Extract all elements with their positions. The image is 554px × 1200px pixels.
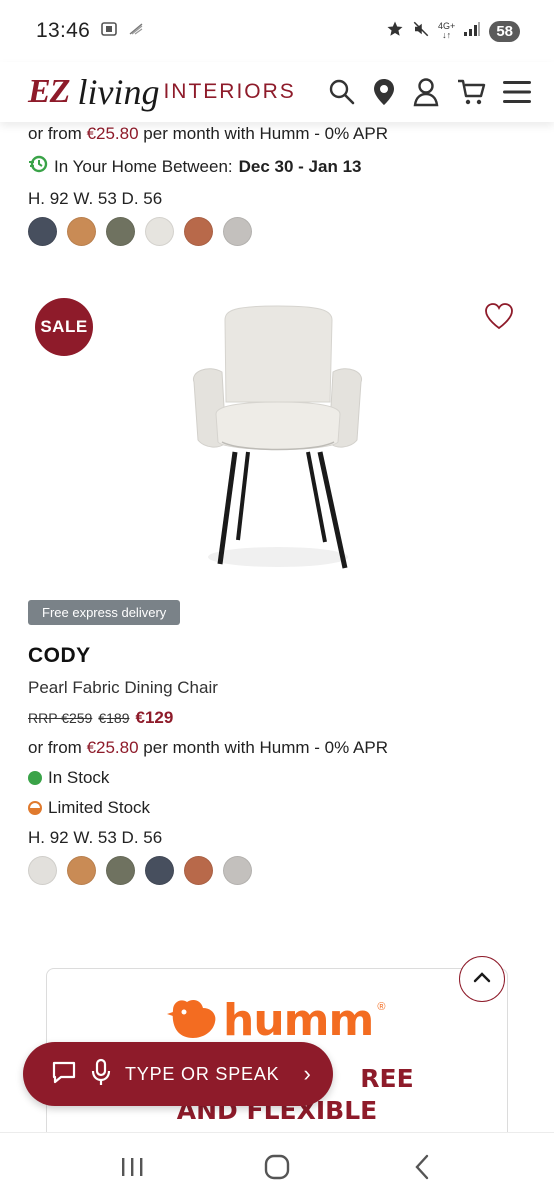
color-swatch[interactable] [28,856,57,885]
finance-offer: or from €25.80 per month with Humm - 0% … [28,738,388,757]
ez-living-logo[interactable]: EZ living INTERIORS [28,67,296,117]
mute-icon [412,20,430,42]
signal-icon [463,21,481,41]
battery-indicator: 58 [489,20,520,42]
sale-badge: SALE [35,298,93,356]
delivery-window: In Your Home Between: Dec 30 - Jan 13 [28,154,528,179]
system-nav-bar [0,1132,554,1200]
chat-bubble-icon [51,1060,77,1089]
back-button[interactable] [392,1142,452,1192]
dimensions: H. 92 W. 53 D. 56 [28,189,163,208]
sale-price: €129 [135,708,174,727]
star-icon [386,20,404,42]
was-price: €189 [98,710,130,726]
logo-living: living [77,72,160,112]
status-time: 13:46 [36,19,91,42]
color-swatches [28,217,528,246]
network-type: 4G+ ↓↑ [438,21,456,40]
product-name[interactable]: CODY [28,644,528,668]
in-stock-dot-icon [28,771,42,785]
account-icon[interactable] [412,77,440,107]
product-subtitle: Pearl Fabric Dining Chair [28,678,218,697]
store-location-icon[interactable] [372,77,396,107]
signal-off-icon [128,22,144,40]
previous-product-details: or from €25.80 per month with Humm - 0% … [28,122,528,246]
color-swatch[interactable] [67,856,96,885]
limited-stock-status: Limited Stock [28,798,528,818]
type-or-speak-button[interactable]: TYPE OR SPEAK › [23,1042,333,1106]
color-swatch[interactable] [28,217,57,246]
cart-icon[interactable] [456,77,486,107]
color-swatch[interactable] [106,856,135,885]
wishlist-heart-icon[interactable] [484,302,514,335]
logo-interiors: INTERIORS [163,80,296,103]
logo-ez: EZ [28,73,70,110]
color-swatch[interactable] [106,217,135,246]
delivery-truck-icon [28,154,48,179]
site-header: EZ living INTERIORS [0,62,554,122]
finance-offer: or from €25.80 per month with Humm - 0% … [28,124,388,143]
color-swatch[interactable] [145,217,174,246]
free-delivery-badge: Free express delivery [28,600,181,625]
home-button[interactable] [247,1142,307,1192]
scroll-to-top-button[interactable] [459,956,505,1002]
color-swatch[interactable] [223,856,252,885]
humm-bird-icon [167,996,219,1045]
search-icon[interactable] [328,78,356,106]
microphone-icon [91,1058,111,1091]
chevron-up-icon [473,970,491,988]
product-image[interactable] [180,302,375,572]
screenshot-icon [100,20,118,42]
chevron-right-icon: › [303,1061,311,1086]
color-swatch[interactable] [145,856,174,885]
dimensions: H. 92 W. 53 D. 56 [28,828,163,847]
color-swatch[interactable] [223,217,252,246]
product-card[interactable]: SALE Free express delivery CODY Pearl Fa… [0,290,554,890]
product-info: CODY Pearl Fabric Dining Chair RRP €259 … [28,644,528,885]
limited-stock-dot-icon [28,801,42,815]
type-or-speak-label: TYPE OR SPEAK [125,1063,280,1084]
color-swatch[interactable] [67,217,96,246]
humm-logo: humm ® [167,995,385,1046]
price-row: RRP €259 €189 €129 [28,708,528,728]
color-swatches [28,856,528,885]
menu-icon[interactable] [502,79,532,105]
color-swatch[interactable] [184,856,213,885]
color-swatch[interactable] [184,217,213,246]
recent-apps-button[interactable] [102,1142,162,1192]
rrp-price: RRP €259 [28,710,93,726]
status-bar: 13:46 4G+ ↓↑ 58 [0,0,554,62]
in-stock-status: In Stock [28,768,528,788]
